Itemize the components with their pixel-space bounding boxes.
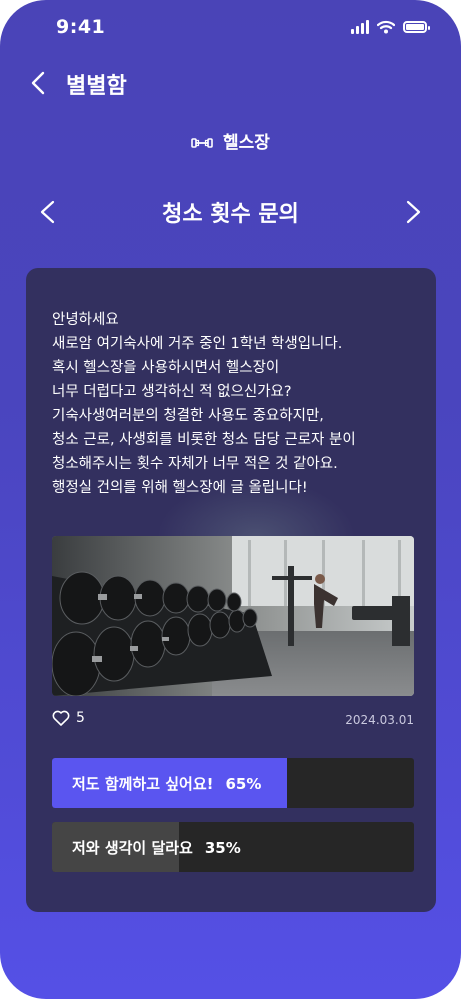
status-time: 9:41: [56, 16, 106, 38]
vote-percent-disagree: 35%: [204, 839, 241, 857]
phone-screen: 9:41 별별함 헬스장 청소 횟수 문의 안녕하세요 새로암 여기숙사에 거주…: [0, 0, 461, 999]
post-body-line: 안녕하세요: [52, 312, 119, 328]
back-icon[interactable]: [24, 68, 54, 98]
post-date: 2024.03.01: [345, 713, 414, 727]
status-icons: [351, 20, 430, 34]
battery-icon: [403, 21, 430, 33]
page-title: 별별함: [66, 74, 127, 99]
dumbbell-icon: [191, 138, 213, 148]
like-button[interactable]: 5: [52, 710, 85, 726]
vote-label-disagree: 저와 생각이 달라요: [72, 839, 193, 857]
gym-dumbbell-rack-photo: [52, 536, 414, 696]
status-bar: 9:41: [0, 0, 461, 56]
post-body-line: 청소해주시는 횟수 자체가 너무 적은 것 같아요.: [52, 456, 338, 472]
next-post-icon[interactable]: [399, 196, 427, 228]
post-body-line: 기숙사생여러분의 청결한 사용도 중요하지만,: [52, 408, 324, 424]
post-body-line: 청소 근로, 사생회를 비롯한 청소 담당 근로자 분이: [52, 432, 356, 448]
vote-option-disagree[interactable]: 저와 생각이 달라요 35%: [52, 822, 414, 872]
post-title: 청소 횟수 문의: [162, 202, 299, 227]
heart-outline-icon: [52, 710, 70, 726]
post-body-line: 혹시 헬스장을 사용하시면서 헬스장이: [52, 360, 280, 376]
post-card: 안녕하세요 새로암 여기숙사에 거주 중인 1학년 학생입니다. 혹시 헬스장을…: [26, 268, 436, 912]
category-label: 헬스장: [223, 133, 270, 153]
vote-option-agree[interactable]: 저도 함께하고 싶어요! 65%: [52, 758, 414, 808]
post-body-line: 행정실 건의를 위해 헬스장에 글 올립니다!: [52, 480, 308, 496]
category-tag: 헬스장: [0, 128, 461, 153]
post-body-line: 새로암 여기숙사에 거주 중인 1학년 학생입니다.: [52, 336, 343, 352]
post-navigation: 청소 횟수 문의: [0, 190, 461, 234]
top-nav: 별별함: [0, 60, 461, 106]
like-count: 5: [76, 710, 85, 726]
cellular-signal-icon: [351, 20, 369, 34]
post-photo: [52, 536, 414, 696]
wifi-icon: [377, 20, 395, 34]
post-body: 안녕하세요 새로암 여기숙사에 거주 중인 1학년 학생입니다. 혹시 헬스장을…: [52, 308, 422, 500]
vote-label-agree: 저도 함께하고 싶어요!: [72, 775, 214, 793]
post-body-line: 너무 더럽다고 생각하신 적 없으신가요?: [52, 384, 292, 400]
vote-percent-agree: 65%: [225, 775, 262, 793]
